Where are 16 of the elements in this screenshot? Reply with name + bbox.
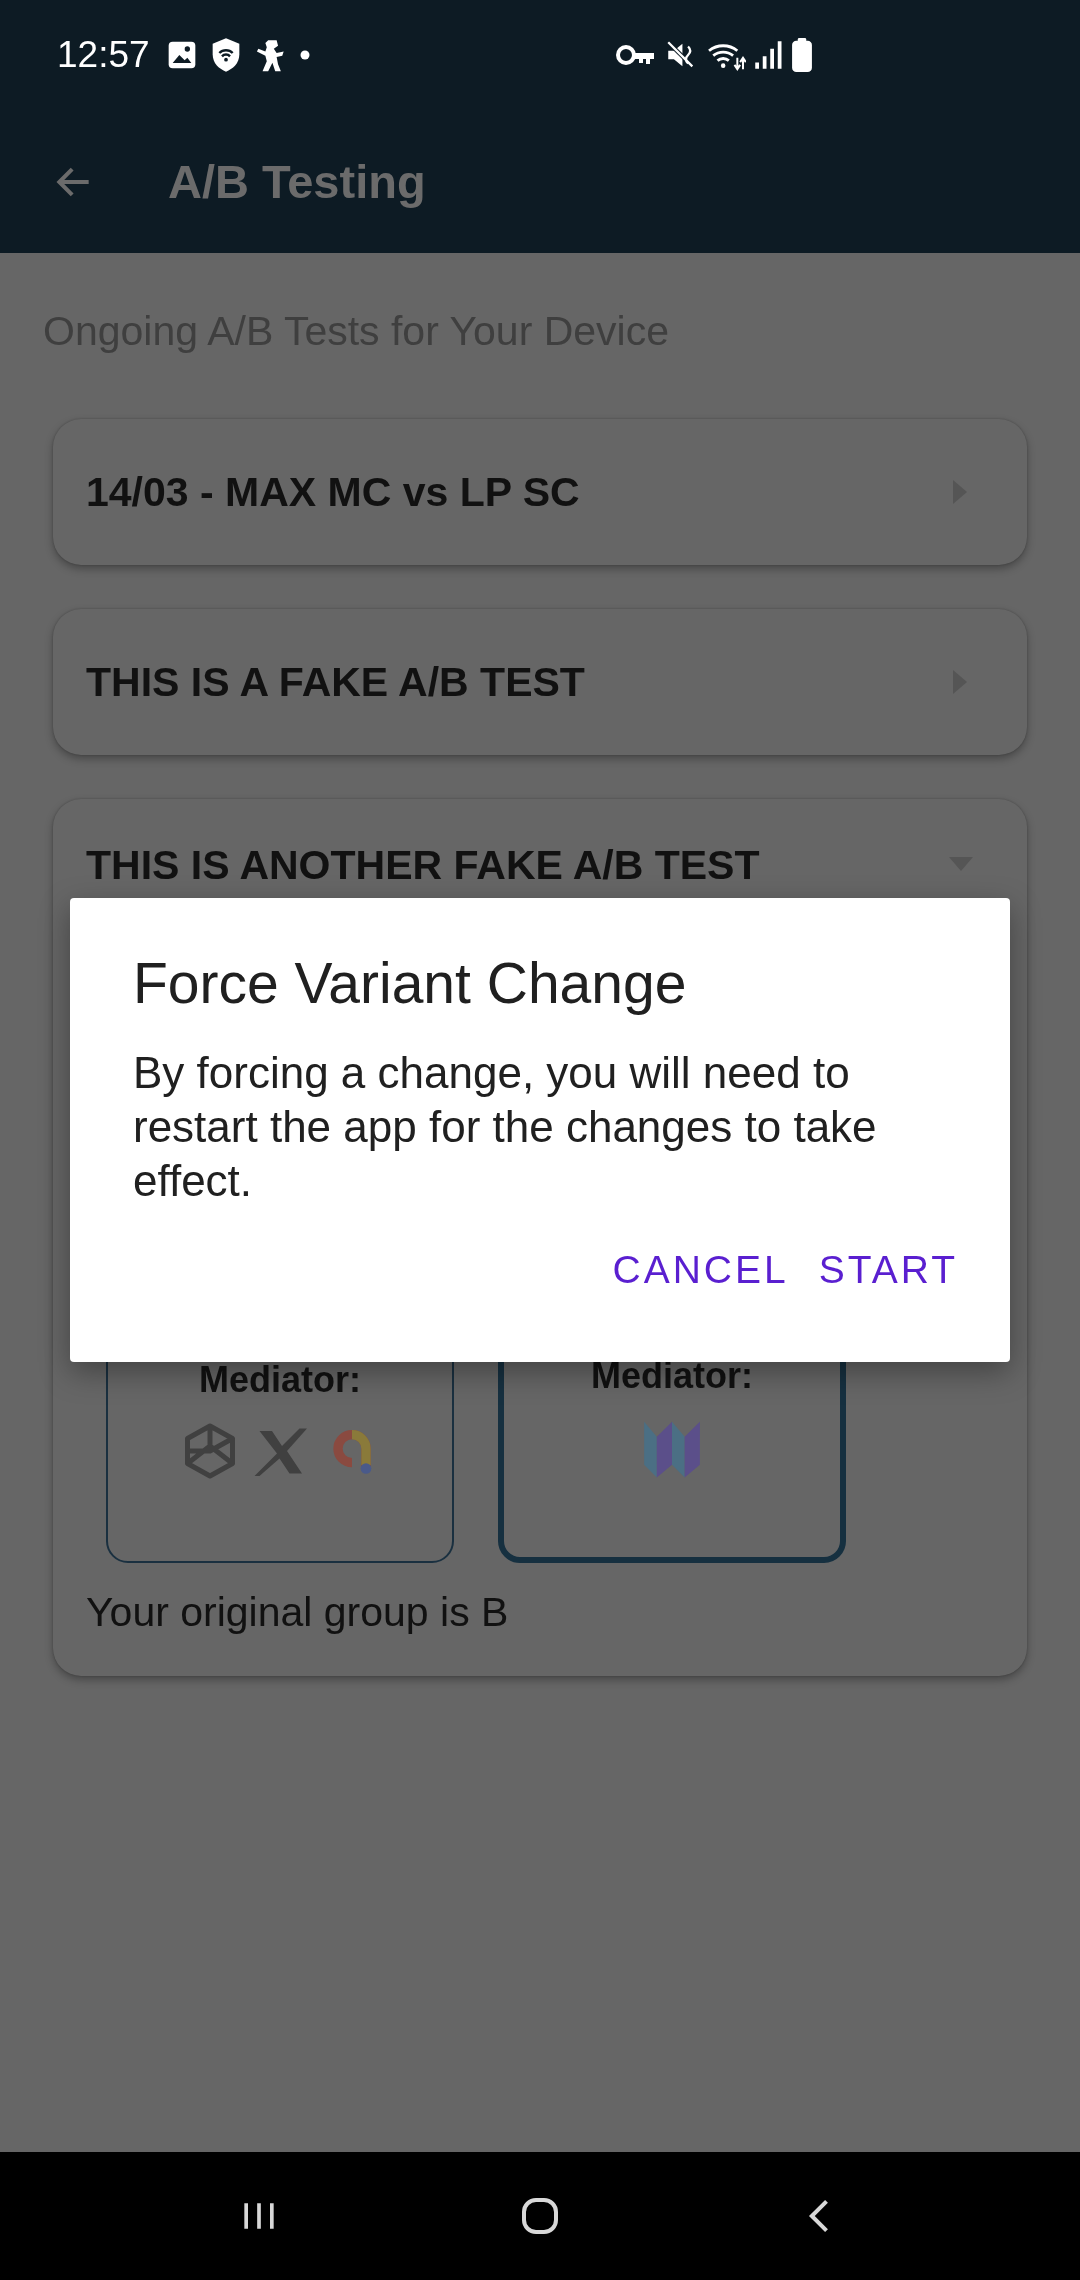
battery-icon xyxy=(792,38,812,72)
test-title: THIS IS A FAKE A/B TEST xyxy=(86,658,585,706)
key-icon xyxy=(616,42,656,68)
signal-icon xyxy=(754,39,784,71)
test-title: 14/03 - MAX MC vs LP SC xyxy=(86,468,580,516)
original-group-text: Your original group is B xyxy=(86,1588,510,1637)
variant-label: Mediator: xyxy=(591,1355,753,1397)
test-card[interactable]: 14/03 - MAX MC vs LP SC xyxy=(53,419,1027,565)
test-title: THIS IS ANOTHER FAKE A/B TEST xyxy=(86,841,760,889)
dialog-title: Force Variant Change xyxy=(133,950,688,1016)
test-card[interactable]: THIS IS A FAKE A/B TEST xyxy=(53,609,1027,755)
dot-icon xyxy=(299,50,310,60)
status-time: 12:57 xyxy=(57,34,150,76)
variant-label: Mediator: xyxy=(199,1359,361,1401)
app-bar-title: A/B Testing xyxy=(168,154,426,209)
cancel-button[interactable]: CANCEL xyxy=(612,1240,789,1300)
